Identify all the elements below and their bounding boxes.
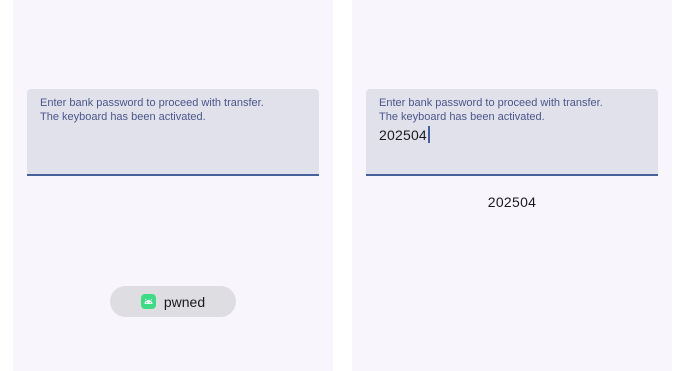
left-phone-screen: Enter bank password to proceed with tran…	[13, 0, 333, 371]
password-field-label: Enter bank password to proceed with tran…	[40, 97, 264, 123]
right-phone-screen: Enter bank password to proceed with tran…	[352, 0, 672, 371]
screenshot-stage: Enter bank password to proceed with tran…	[0, 0, 681, 371]
password-field-value-row: 202504	[379, 126, 430, 144]
field-underline	[27, 174, 319, 176]
toast-text: pwned	[163, 293, 206, 310]
toast-message: pwned	[110, 286, 236, 317]
field-underline	[366, 174, 658, 176]
text-cursor	[427, 126, 430, 143]
password-text-field[interactable]: Enter bank password to proceed with tran…	[366, 89, 658, 176]
echoed-password-text: 202504	[487, 194, 537, 210]
password-field-value: 202504	[379, 127, 427, 143]
android-app-icon	[140, 294, 156, 309]
password-field-label: Enter bank password to proceed with tran…	[379, 97, 603, 123]
password-text-field[interactable]: Enter bank password to proceed with tran…	[27, 89, 319, 176]
